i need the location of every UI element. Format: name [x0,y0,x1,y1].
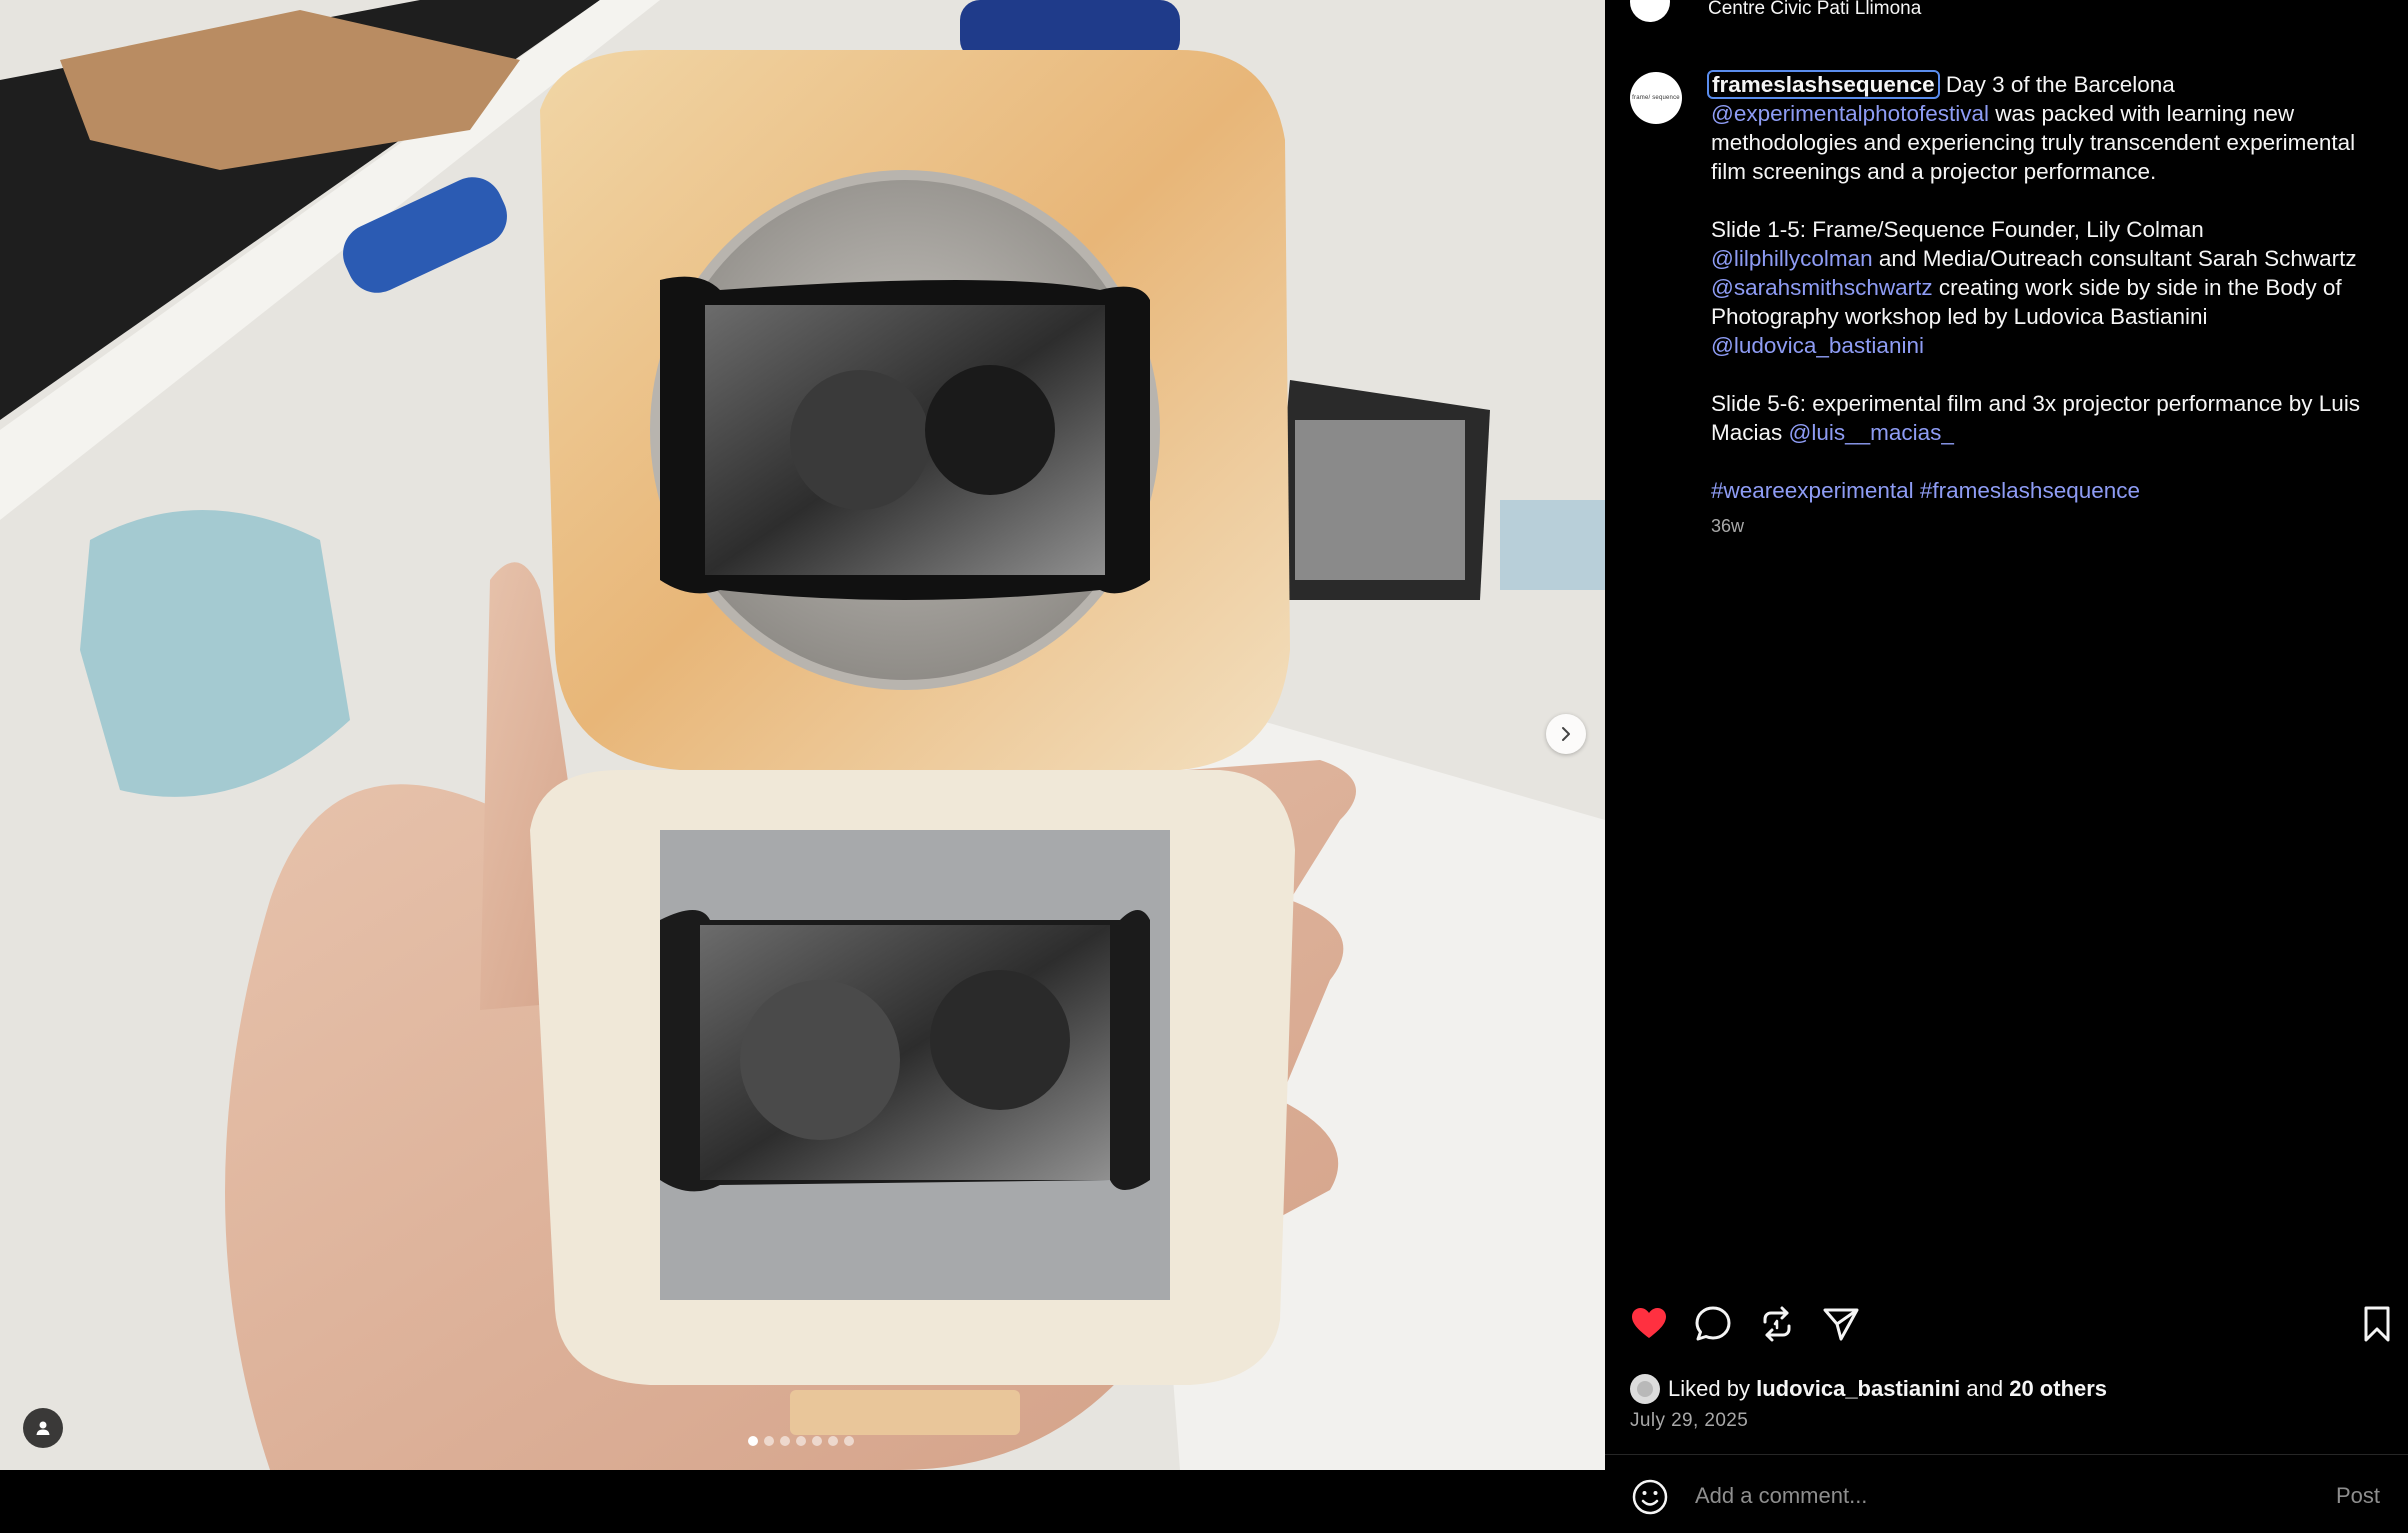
caption-username[interactable]: frameslashsequence [1707,70,1940,99]
post-date: July 29, 2025 [1630,1410,1749,1431]
media-letterbox [0,1470,1605,1532]
post-media[interactable] [0,0,1605,1470]
post-actions [1627,1302,2397,1352]
likes-summary: Liked by ludovica_bastianini and 20 othe… [1630,1372,2107,1406]
carousel-dot [812,1436,822,1446]
caption-mention[interactable]: @experimentalphotofestival [1711,101,1989,126]
comment-input[interactable] [1693,1475,2257,1517]
liked-by-user[interactable]: ludovica_bastianini [1756,1376,1960,1402]
liked-by-and: and [1966,1376,2004,1401]
save-button[interactable] [2355,1302,2399,1346]
comment-button[interactable] [1691,1302,1735,1346]
caption-paragraph: #weareexperimental #frameslashsequence [1711,476,2361,505]
tagged-users-button[interactable] [23,1408,63,1448]
carousel-dot [764,1436,774,1446]
liked-by-others[interactable]: 20 others [2009,1376,2107,1402]
share-icon [1823,1308,1859,1341]
caption-mention[interactable]: @luis__macias_ [1789,420,1954,445]
emoji-button[interactable] [1630,1477,1670,1517]
carousel-dot [748,1436,758,1446]
liker-avatar[interactable] [1630,1374,1660,1404]
share-button[interactable] [1819,1302,1863,1346]
like-button[interactable] [1627,1302,1671,1346]
comment-bar: Post [1605,1454,2408,1533]
post-photo [0,0,1605,1470]
bookmark-icon [2364,1306,2390,1342]
post-caption: frameslashsequence Day 3 of the Barcelon… [1707,70,2361,505]
caption-hashtag[interactable]: #weareexperimental [1711,478,1914,503]
caption-hashtag[interactable]: #frameslashsequence [1920,478,2140,503]
repost-icon [1763,1306,1791,1342]
caption-mention[interactable]: @ludovica_bastianini [1711,333,1924,358]
next-slide-button[interactable] [1546,714,1586,754]
caption-mention[interactable]: @sarahsmithschwartz [1711,275,1933,300]
caption-text: Slide 1-5: Frame/Sequence Founder, Lily … [1711,217,2204,242]
carousel-dot [796,1436,806,1446]
author-avatar[interactable] [1630,0,1670,22]
user-icon [36,1421,50,1435]
post-header: Centre Civic Pati Llimona [1605,0,2408,28]
post-location[interactable]: Centre Civic Pati Llimona [1708,0,1921,20]
caption-mention[interactable]: @lilphillycolman [1711,246,1873,271]
caption-text: and Media/Outreach consultant Sarah Schw… [1872,246,2357,271]
carousel-dot [780,1436,790,1446]
caption-paragraph: Slide 5-6: experimental film and 3x proj… [1711,389,2361,447]
comment-icon [1695,1306,1731,1341]
caption-text: Day 3 of the Barcelona [1945,72,2175,97]
carousel-dot [844,1436,854,1446]
liked-by-prefix: Liked by [1668,1376,1750,1401]
carousel-dot [828,1436,838,1446]
post-comment-button[interactable]: Post [2336,1483,2380,1509]
repost-button[interactable] [1755,1302,1799,1346]
carousel-indicator [748,1436,854,1446]
caption-paragraph: Slide 1-5: Frame/Sequence Founder, Lily … [1711,215,2361,360]
post-sidebar: Centre Civic Pati Llimona frame/ sequenc… [1605,0,2408,1532]
post-age[interactable]: 36w [1711,516,1744,537]
caption-author-avatar[interactable]: frame/ sequence [1630,72,1682,124]
caption-avatar-text: frame/ sequence [1632,95,1680,101]
emoji-icon [1632,1479,1668,1515]
heart-icon [1632,1308,1666,1338]
avatar-icon [1637,1381,1653,1397]
chevron-right-icon [1562,727,1570,741]
